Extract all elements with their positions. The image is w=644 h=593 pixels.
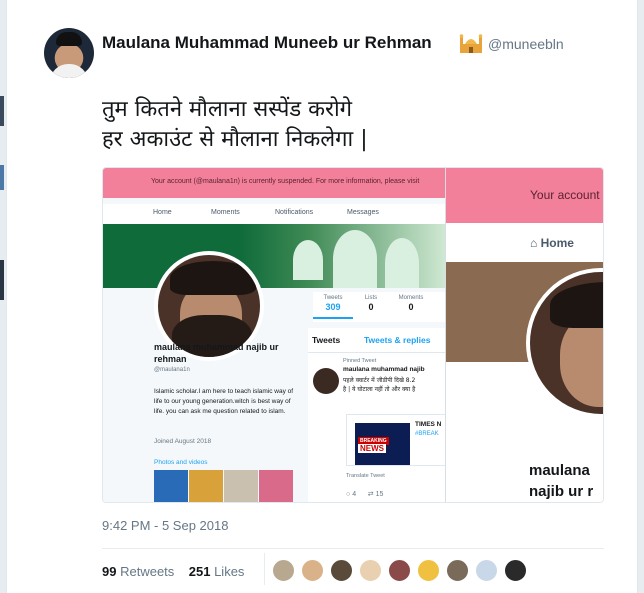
zoom-home: ⌂ Home xyxy=(530,236,574,250)
likes-link[interactable]: 251 Likes xyxy=(189,564,245,579)
tweet-text-line: हर अकाउंट से मौलाना निकलेगा | xyxy=(102,127,368,152)
stat-label: Tweets xyxy=(323,295,343,301)
feed-actions: ○ 4 ⇄ 15 xyxy=(346,490,383,498)
avatar-cap xyxy=(56,32,82,46)
profile-stats: Tweets 309 Lists 0 Moments 0 xyxy=(313,292,445,322)
news-card-title: TIMES N xyxy=(415,421,442,428)
author-handle[interactable]: @muneebln xyxy=(488,36,564,52)
reply-icon: ○ xyxy=(346,491,351,498)
liker-avatar[interactable] xyxy=(446,559,469,582)
stat-label: Moments xyxy=(398,295,424,301)
tweet-card: Maulana Muhammad Muneeb ur Rehman @munee… xyxy=(6,0,638,593)
home-icon: ⌂ xyxy=(530,236,538,250)
screenshot-profile: Your account (@maulana1n) is currently s… xyxy=(103,168,445,502)
author-avatar[interactable] xyxy=(44,28,94,78)
feed-name: maulana muhammad najib xyxy=(343,366,425,373)
liker-avatar[interactable] xyxy=(388,559,411,582)
twitter-nav: Home Moments Notifications Messages xyxy=(103,204,445,224)
zoom-profile-name: maulana najib ur r xyxy=(529,462,594,500)
page-edge xyxy=(0,165,4,190)
photos-label: Photos and videos xyxy=(154,459,208,466)
feed-avatar xyxy=(313,368,339,394)
photo-thumb xyxy=(259,470,293,502)
liker-avatar[interactable] xyxy=(330,559,353,582)
stat-moments: Moments 0 xyxy=(391,295,431,312)
tweet-text: तुम कितने मौलाना सस्पेंड करोगे हर अकाउंट… xyxy=(102,95,522,155)
feed-text: पहले क्वार्टर में जीडीपी दिखे 8.2 है | य… xyxy=(343,377,416,393)
mosque-icon xyxy=(459,34,483,53)
retweets-label: Retweets xyxy=(120,564,175,579)
liker-avatar[interactable] xyxy=(504,559,527,582)
photo-thumb xyxy=(154,470,188,502)
photo-thumb xyxy=(224,470,258,502)
tweet-text-line: तुम कितने मौलाना सस्पेंड करोगे xyxy=(102,97,353,122)
photo-thumb xyxy=(189,470,223,502)
pinned-label: Pinned Tweet xyxy=(343,358,377,364)
profile-name: maulana muhammad najib ur rehman xyxy=(154,342,279,364)
news-label: NEWS xyxy=(358,444,386,453)
cover-dome xyxy=(333,230,377,288)
avatar-coat xyxy=(50,64,88,78)
page-edge xyxy=(0,260,4,300)
likes-count: 251 xyxy=(188,564,211,579)
translate-link: Translate Tweet xyxy=(346,473,385,479)
divider xyxy=(102,548,604,549)
zoom-banner-text: Your account xyxy=(530,188,600,202)
nav-notifications: Notifications xyxy=(275,209,314,216)
news-image: BREAKING NEWS xyxy=(355,423,410,465)
page-edge xyxy=(0,96,4,126)
screenshot-zoomed: Your account ⌂ Home maulana najib ur r xyxy=(445,168,603,502)
zoom-home-label: Home xyxy=(540,236,574,250)
zoom-hat xyxy=(550,282,603,328)
nav-moments: Moments xyxy=(211,209,240,216)
engagement-stats: 99 Retweets 251 Likes xyxy=(102,564,244,579)
retweet-icon: ⇄ xyxy=(367,491,374,498)
retweet-count: 15 xyxy=(375,491,384,498)
cover-image xyxy=(103,224,445,288)
news-card: BREAKING NEWS TIMES N #BREAK xyxy=(346,414,445,466)
stats-separator xyxy=(264,553,265,585)
news-card-tag: #BREAK xyxy=(415,431,439,437)
profile-handle: @maulana1n xyxy=(154,367,190,373)
liker-avatar[interactable] xyxy=(475,559,498,582)
tweet-timestamp[interactable]: 9:42 PM - 5 Sep 2018 xyxy=(102,518,228,533)
profile-bio: Islamic scholar.I am here to teach islam… xyxy=(154,388,294,415)
tab-replies: Tweets & replies xyxy=(364,335,431,345)
tab-divider xyxy=(308,352,445,353)
profile-joined: Joined August 2018 xyxy=(154,438,212,445)
tab-tweets: Tweets xyxy=(312,335,341,345)
profile-hat xyxy=(170,261,256,295)
liker-avatar[interactable] xyxy=(417,559,440,582)
tweet-media[interactable]: Your account (@maulana1n) is currently s… xyxy=(102,167,604,503)
author-name[interactable]: Maulana Muhammad Muneeb ur Rehman xyxy=(102,33,432,53)
nav-messages: Messages xyxy=(347,209,379,216)
cover-dome xyxy=(293,240,323,280)
stat-lists: Lists 0 xyxy=(351,295,391,312)
suspended-banner-text: Your account (@maulana1n) is currently s… xyxy=(151,178,420,185)
stat-label: Lists xyxy=(364,295,378,301)
retweets-link[interactable]: 99 Retweets xyxy=(102,564,174,579)
liker-avatar[interactable] xyxy=(301,559,324,582)
likes-label: Likes xyxy=(214,564,245,579)
stat-value: 0 xyxy=(368,302,374,312)
liker-avatar[interactable] xyxy=(359,559,382,582)
stat-value: 0 xyxy=(408,302,414,312)
stat-value: 309 xyxy=(325,302,341,312)
cover-dome xyxy=(385,238,419,288)
liker-avatar[interactable] xyxy=(272,559,295,582)
retweets-count: 99 xyxy=(102,564,117,579)
stat-tweets: Tweets 309 xyxy=(313,295,353,319)
nav-home: Home xyxy=(153,209,172,216)
reply-count: 4 xyxy=(352,491,357,498)
tweet-feed: Tweets Tweets & replies Pinned Tweet mau… xyxy=(308,328,445,502)
